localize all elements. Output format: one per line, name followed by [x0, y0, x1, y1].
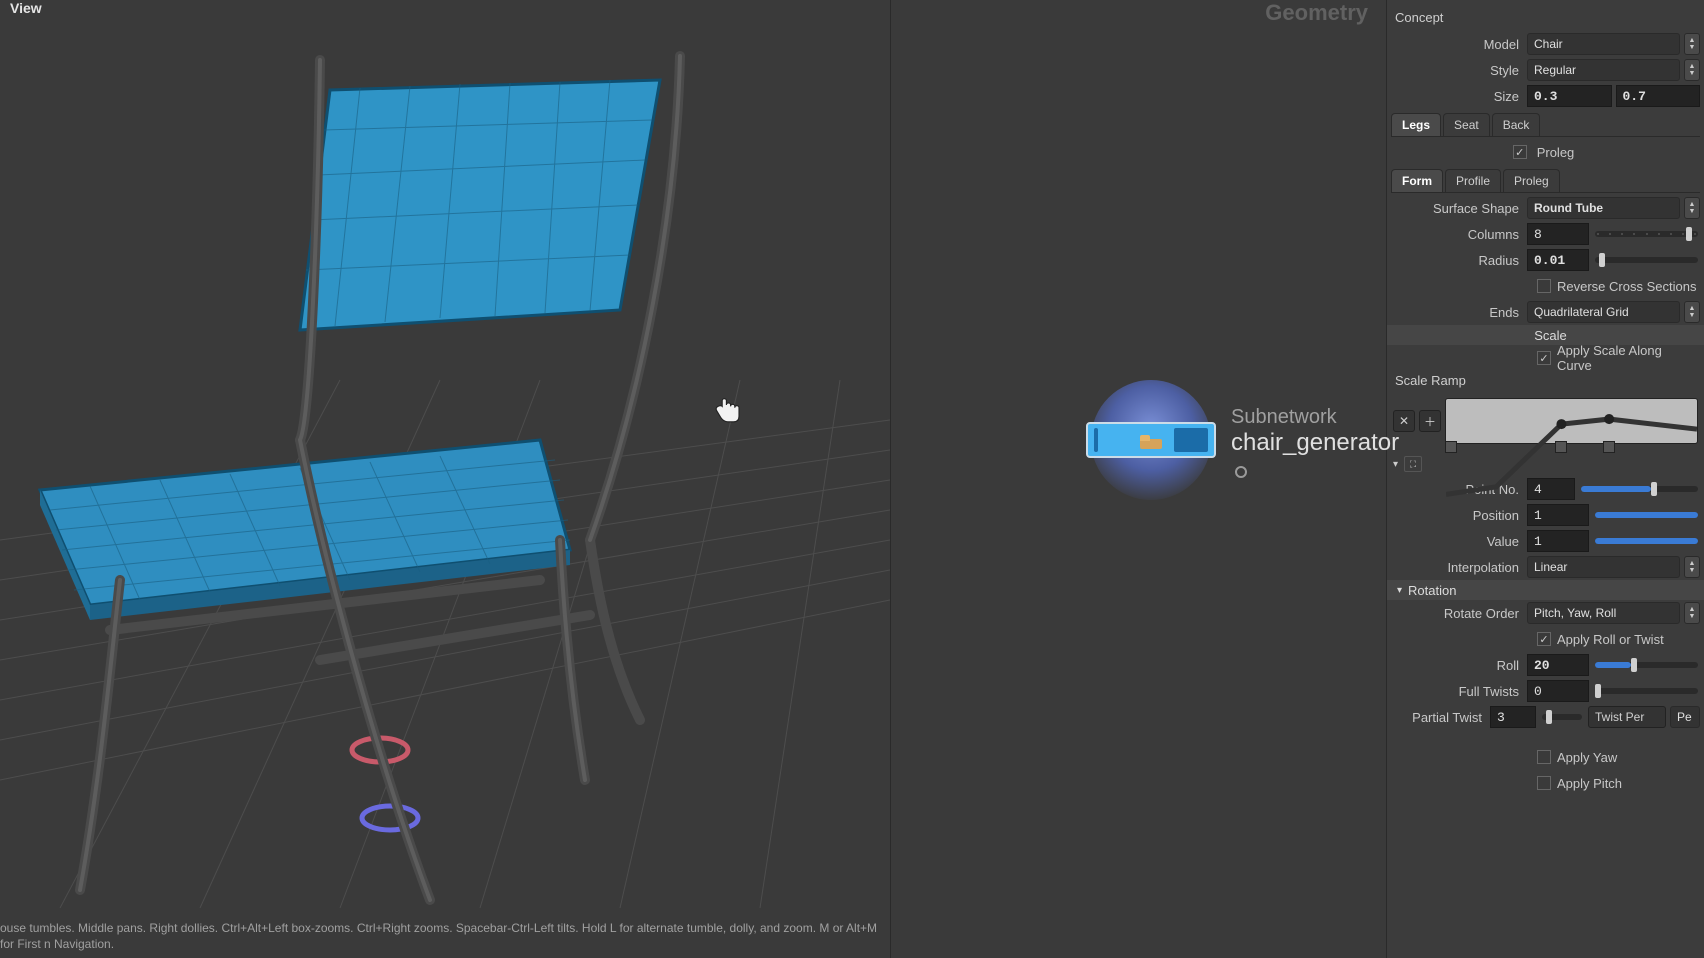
proleg-label: Proleg	[1537, 145, 1575, 160]
node-flag-icon[interactable]	[1235, 466, 1247, 478]
roll-slider[interactable]	[1595, 662, 1698, 668]
interpolation-select[interactable]: Linear	[1527, 556, 1680, 578]
roll-field[interactable]: 20	[1527, 654, 1589, 676]
surface-shape-label: Surface Shape	[1387, 201, 1527, 216]
rotate-order-value: Pitch, Yaw, Roll	[1534, 606, 1616, 620]
full-twists-label: Full Twists	[1387, 684, 1527, 699]
updown-icon[interactable]: ▲▼	[1684, 197, 1700, 219]
tab-back[interactable]: Back	[1492, 113, 1541, 136]
apply-scale-checkbox[interactable]	[1537, 351, 1551, 365]
apply-pitch-label: Apply Pitch	[1557, 776, 1622, 791]
size-field-b[interactable]: 0.7	[1616, 85, 1701, 107]
position-slider[interactable]	[1595, 512, 1698, 518]
rotate-order-select[interactable]: Pitch, Yaw, Roll	[1527, 602, 1680, 624]
model-label: Model	[1387, 37, 1527, 52]
size-label: Size	[1387, 89, 1527, 104]
updown-icon[interactable]: ▲▼	[1684, 59, 1700, 81]
scale-header: Scale	[1387, 325, 1704, 345]
rotation-header[interactable]: Rotation	[1387, 580, 1704, 600]
node-circle-bg	[1091, 380, 1211, 500]
value-field[interactable]: 1	[1527, 530, 1589, 552]
surface-shape-select[interactable]: Round Tube	[1527, 197, 1680, 219]
interpolation-label: Interpolation	[1387, 560, 1527, 575]
node-chair-generator[interactable]: Subnetwork chair_generator	[1091, 380, 1211, 500]
style-select[interactable]: Regular	[1527, 59, 1680, 81]
reverse-cross-label: Reverse Cross Sections	[1557, 279, 1696, 294]
ramp-handle[interactable]	[1603, 441, 1615, 453]
chevron-down-icon[interactable]: ▾	[1393, 459, 1398, 470]
network-context-label: Geometry	[1265, 0, 1368, 26]
columns-field[interactable]: 8	[1527, 223, 1589, 245]
updown-icon[interactable]: ▲▼	[1684, 301, 1700, 323]
viewport-help-text: ouse tumbles. Middle pans. Right dollies…	[0, 920, 880, 952]
twist-per-select[interactable]: Pe	[1670, 706, 1700, 728]
tab-form[interactable]: Form	[1391, 169, 1443, 192]
roll-label: Roll	[1387, 658, 1527, 673]
full-twists-slider[interactable]	[1595, 688, 1698, 694]
fpp-tabs: Form Profile Proleg	[1391, 169, 1700, 193]
rotate-order-label: Rotate Order	[1387, 606, 1527, 621]
style-value: Regular	[1534, 63, 1576, 77]
network-panel[interactable]: Geometry Subnetwork chair_generator	[890, 0, 1386, 958]
ramp-canvas[interactable]	[1445, 398, 1698, 444]
updown-icon[interactable]: ▲▼	[1684, 33, 1700, 55]
viewport-canvas[interactable]	[0, 20, 890, 908]
node-name-label: chair_generator	[1231, 429, 1399, 457]
radius-label: Radius	[1387, 253, 1527, 268]
model-select[interactable]: Chair	[1527, 33, 1680, 55]
ramp-add-button[interactable]: ＋	[1419, 410, 1441, 432]
reverse-cross-checkbox[interactable]	[1537, 279, 1551, 293]
folder-icon	[1140, 431, 1162, 449]
rotation-header-label: Rotation	[1408, 583, 1456, 598]
concept-header: Concept	[1387, 4, 1704, 31]
ramp-zoom-icon[interactable]: ⛶	[1404, 456, 1422, 472]
partial-twist-slider[interactable]	[1542, 714, 1582, 720]
value-label: Value	[1387, 534, 1527, 549]
apply-roll-checkbox[interactable]	[1537, 632, 1551, 646]
columns-slider[interactable]	[1595, 231, 1698, 237]
proleg-checkbox[interactable]	[1513, 145, 1527, 159]
radius-slider[interactable]	[1595, 257, 1698, 263]
scale-ramp-label: Scale Ramp	[1387, 371, 1704, 394]
apply-pitch-checkbox[interactable]	[1537, 776, 1551, 790]
updown-icon[interactable]: ▲▼	[1684, 556, 1700, 578]
size-field-a[interactable]: 0.3	[1527, 85, 1612, 107]
interpolation-value: Linear	[1534, 560, 1567, 574]
full-twists-field[interactable]: 0	[1527, 680, 1589, 702]
updown-icon[interactable]: ▲▼	[1684, 602, 1700, 624]
point-no-slider[interactable]	[1581, 486, 1698, 492]
viewport-panel[interactable]: View	[0, 0, 890, 958]
node-type-label: Subnetwork	[1231, 406, 1399, 429]
ends-label: Ends	[1387, 305, 1527, 320]
tab-profile[interactable]: Profile	[1445, 169, 1501, 192]
tab-proleg[interactable]: Proleg	[1503, 169, 1560, 192]
ends-value: Quadrilateral Grid	[1534, 305, 1629, 319]
partial-twist-field[interactable]: 3	[1490, 706, 1536, 728]
parameter-panel[interactable]: Concept Model Chair ▲▼ Style Regular ▲▼ …	[1386, 0, 1704, 958]
apply-scale-label: Apply Scale Along Curve	[1557, 343, 1700, 373]
apply-yaw-checkbox[interactable]	[1537, 750, 1551, 764]
twist-per-label: Twist Per	[1588, 706, 1666, 728]
columns-label: Columns	[1387, 227, 1527, 242]
viewport-title: View	[10, 0, 42, 16]
ramp-handle[interactable]	[1555, 441, 1567, 453]
part-tabs: Legs Seat Back	[1391, 113, 1700, 137]
node-tile[interactable]	[1086, 422, 1216, 458]
surface-shape-value: Round Tube	[1534, 201, 1603, 215]
value-slider[interactable]	[1595, 538, 1698, 544]
radius-field[interactable]: 0.01	[1527, 249, 1589, 271]
model-value: Chair	[1534, 37, 1563, 51]
twist-per-value: Pe	[1677, 710, 1692, 724]
ends-select[interactable]: Quadrilateral Grid	[1527, 301, 1680, 323]
tab-legs[interactable]: Legs	[1391, 113, 1441, 136]
partial-twist-label: Partial Twist	[1387, 710, 1490, 725]
ramp-handle[interactable]	[1445, 441, 1457, 453]
apply-roll-label: Apply Roll or Twist	[1557, 632, 1664, 647]
apply-yaw-label: Apply Yaw	[1557, 750, 1617, 765]
tab-seat[interactable]: Seat	[1443, 113, 1490, 136]
style-label: Style	[1387, 63, 1527, 78]
